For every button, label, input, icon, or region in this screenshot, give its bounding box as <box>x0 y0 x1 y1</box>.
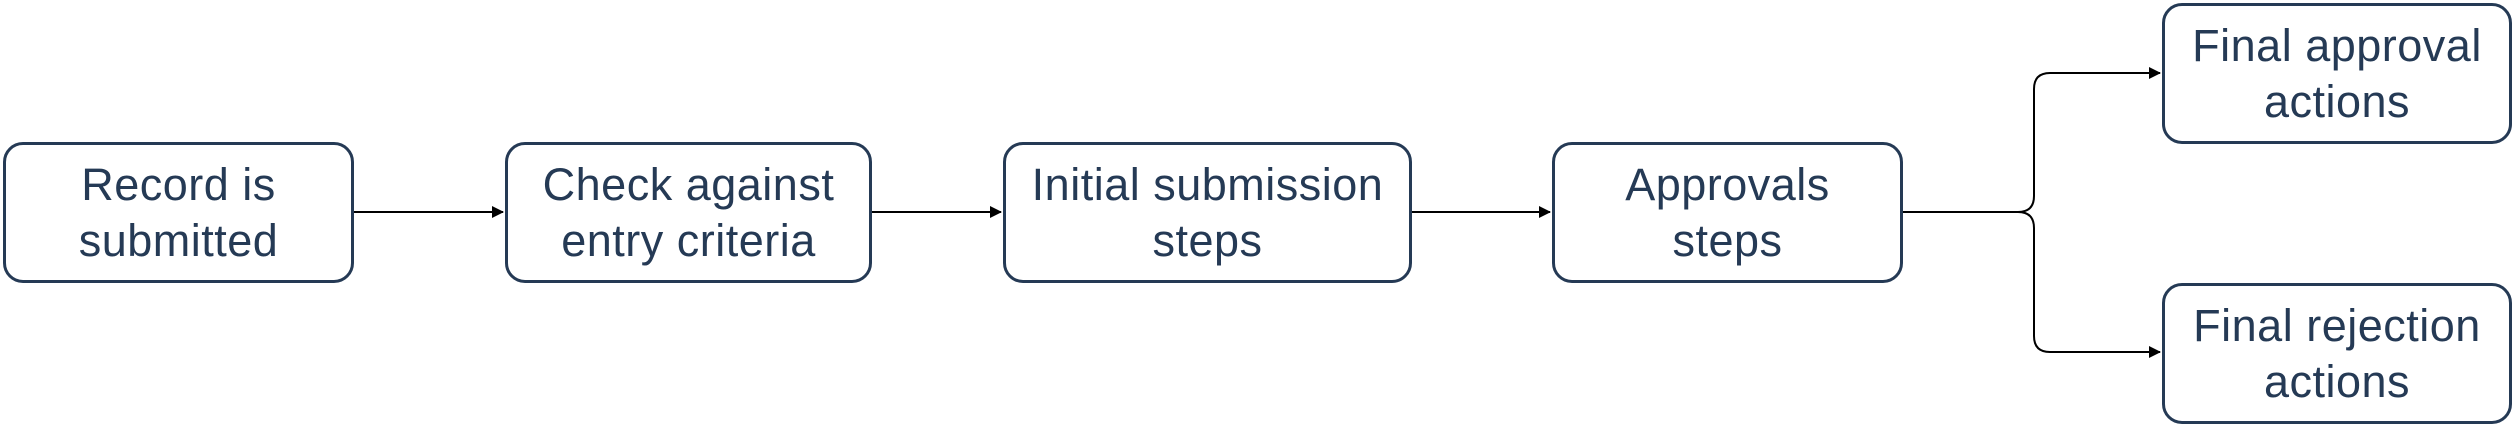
node-label: Initial submission steps <box>1031 158 1384 266</box>
node-label: Check against entry criteria <box>542 158 835 266</box>
node-label: Approvals steps <box>1625 158 1830 266</box>
arrow-approvals-to-final-rejection <box>2017 211 2161 358</box>
node-label: Final approval actions <box>2192 19 2482 127</box>
node-label: Final rejection actions <box>2193 299 2481 407</box>
node-approvals-steps: Approvals steps <box>1552 142 1903 283</box>
node-label: Record is submitted <box>78 158 279 266</box>
node-record-submitted: Record is submitted <box>3 142 354 283</box>
node-final-approval-actions: Final approval actions <box>2162 3 2512 144</box>
arrow-approvals-to-final-approval <box>1903 67 2161 213</box>
node-check-entry-criteria: Check against entry criteria <box>505 142 872 283</box>
node-final-rejection-actions: Final rejection actions <box>2162 283 2512 424</box>
process-flow-diagram: Record is submitted Check against entry … <box>0 0 2514 424</box>
node-initial-submission-steps: Initial submission steps <box>1003 142 1412 283</box>
